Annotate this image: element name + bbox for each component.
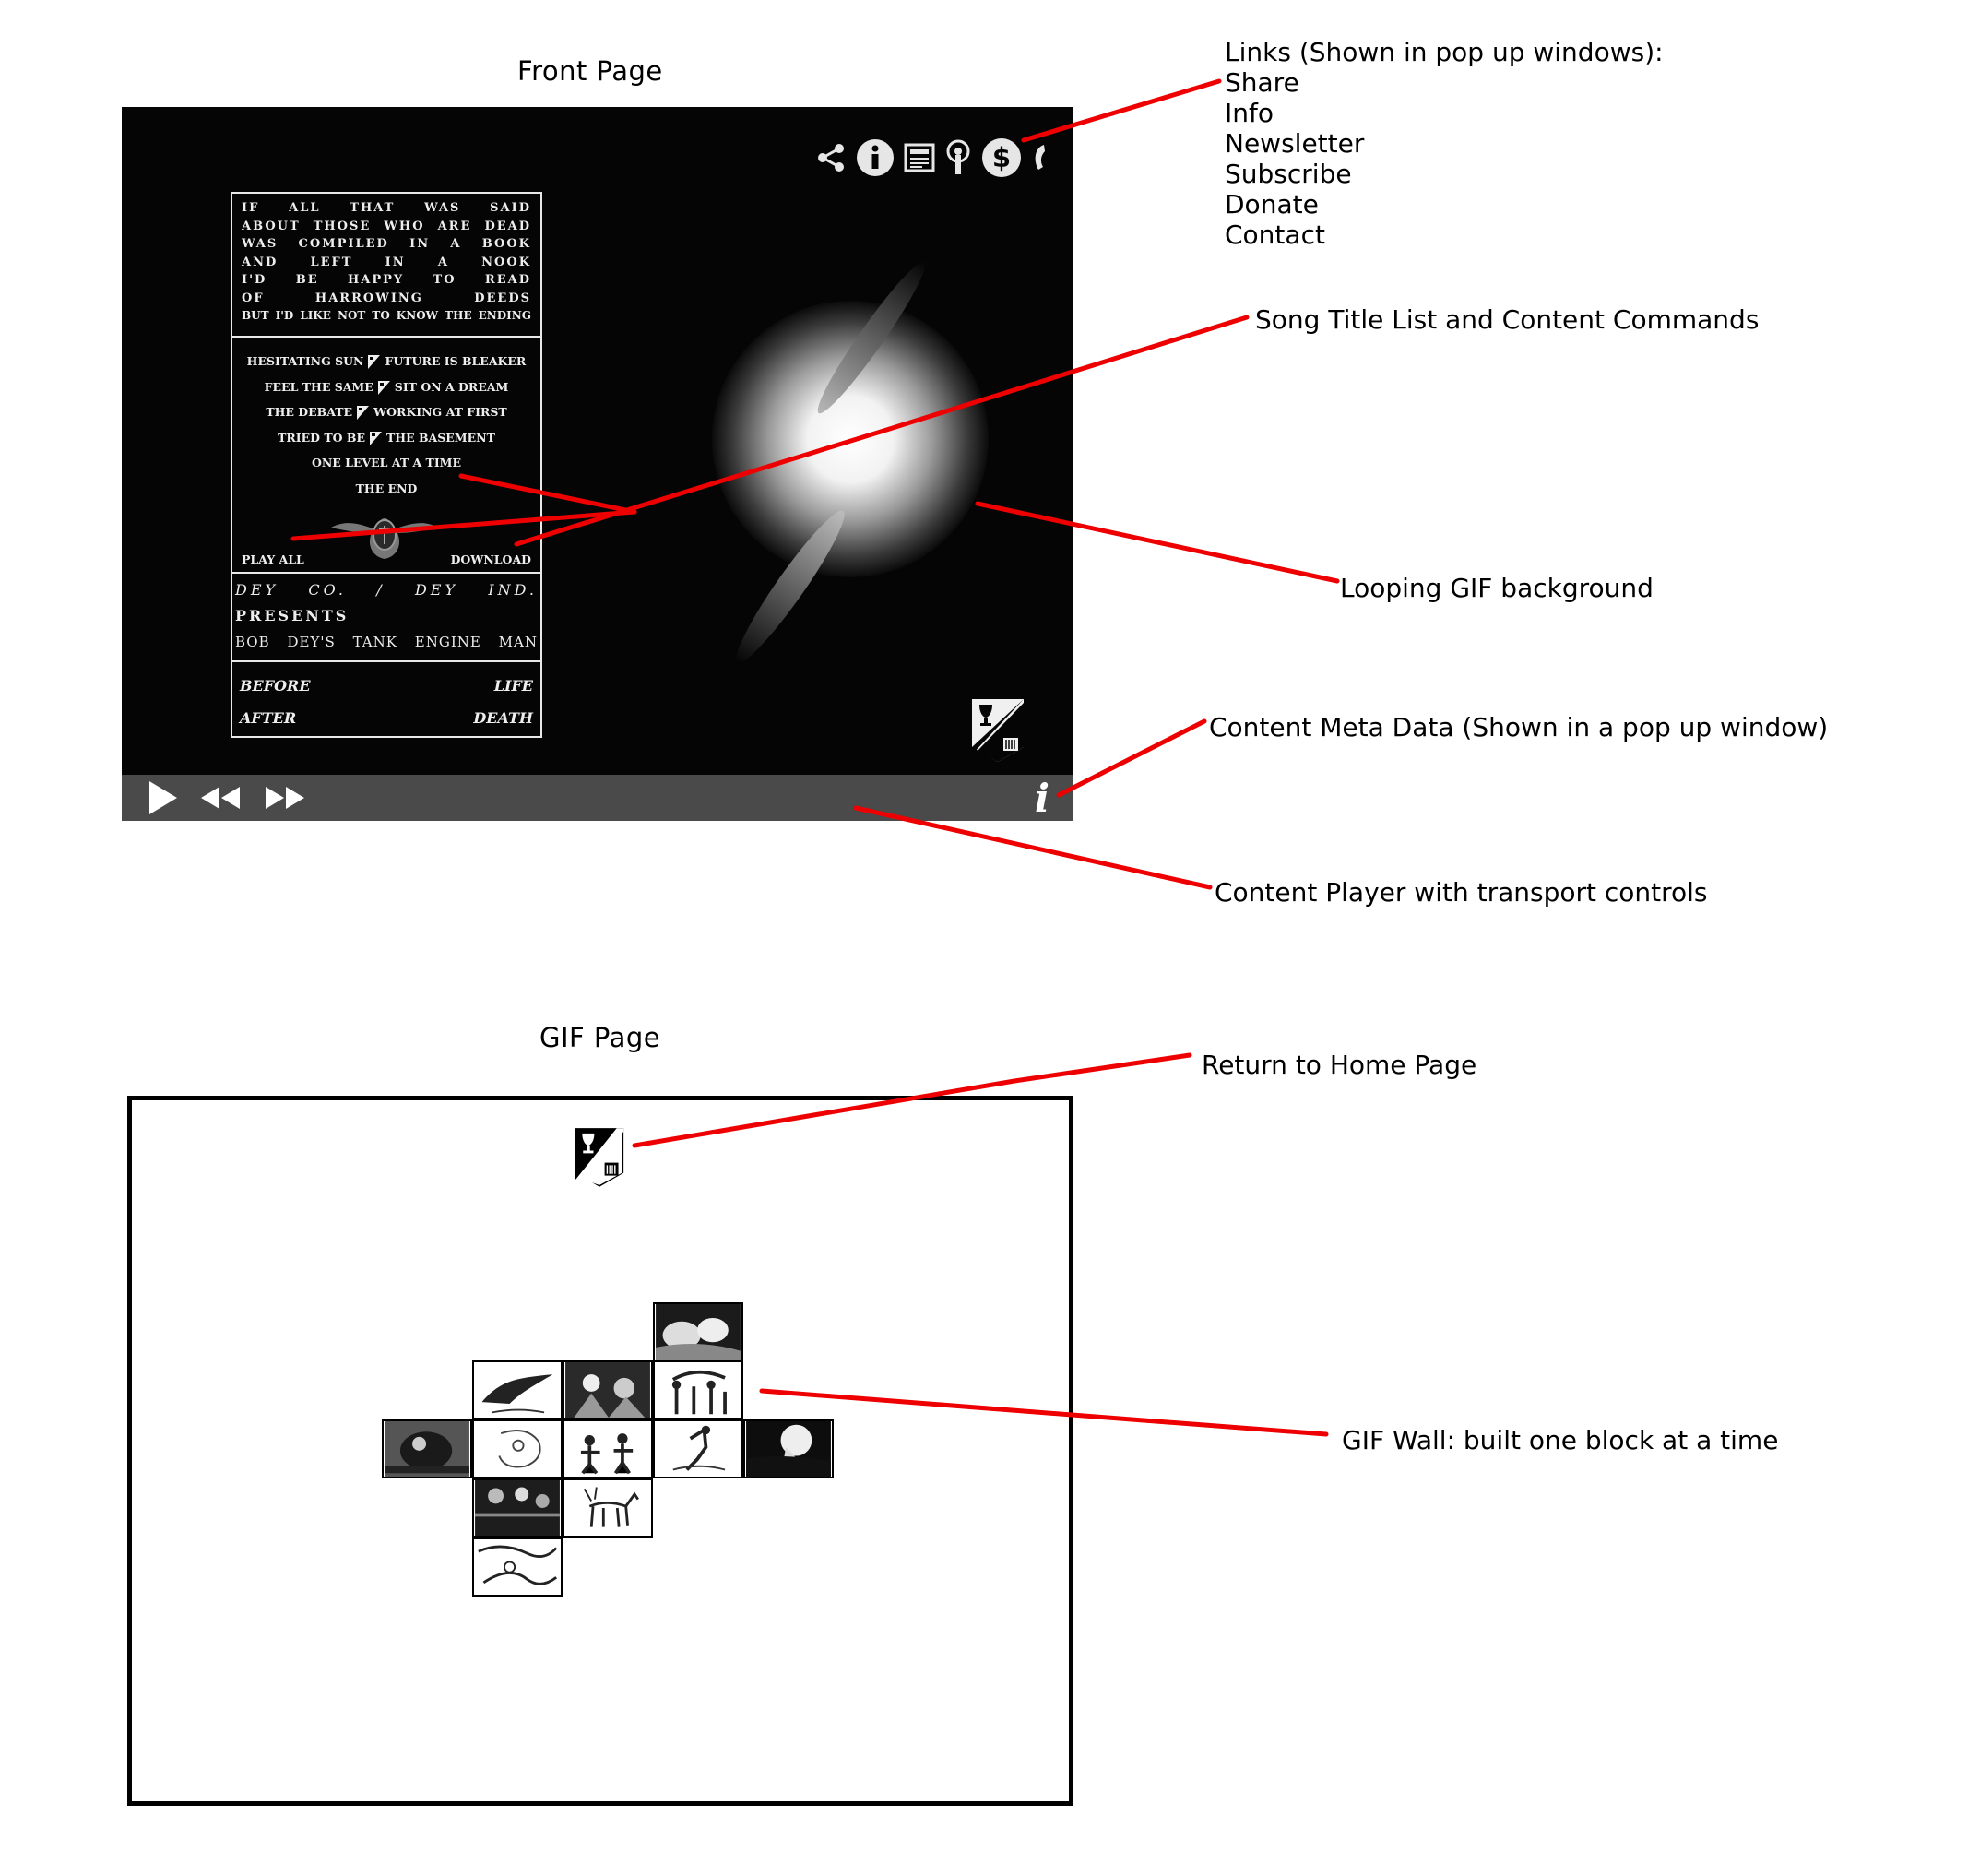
gif-tile[interactable]: [653, 1302, 743, 1361]
poem-line: BUT I'D LIKE NOT TO KNOW THE ENDING: [242, 309, 531, 322]
play-all-button[interactable]: PLAY ALL: [242, 552, 304, 566]
tank-logo-icon[interactable]: [970, 697, 1025, 764]
song-link[interactable]: HESITATING SUN: [247, 354, 364, 368]
gif-page-mockup: [127, 1096, 1073, 1806]
gif-tile[interactable]: [472, 1360, 563, 1419]
play-icon[interactable]: [148, 775, 179, 821]
fast-forward-icon[interactable]: [264, 775, 306, 821]
annotation-line: [1056, 718, 1207, 798]
album-title-line: AFTER DEATH: [240, 709, 533, 727]
svg-text:$: $: [992, 142, 1011, 173]
gif-tile[interactable]: [743, 1419, 834, 1478]
gif-tile[interactable]: [472, 1538, 563, 1597]
home-logo-icon[interactable]: [574, 1125, 625, 1190]
download-button[interactable]: DOWNLOAD: [451, 552, 531, 566]
meta-info-icon[interactable]: i: [1035, 775, 1049, 821]
annotation-link-item: Donate: [1225, 189, 1319, 220]
info-icon[interactable]: [856, 138, 895, 177]
content-player-bar: i: [122, 775, 1073, 821]
song-link[interactable]: THE END: [356, 481, 418, 495]
song-list-panel: IF ALL THAT WAS SAID ABOUT THOSE WHO ARE…: [231, 192, 542, 738]
annotation-link-item: Newsletter: [1225, 128, 1365, 159]
donate-icon[interactable]: $: [981, 137, 1022, 178]
credits-line: PRESENTS: [235, 607, 350, 624]
gif-tile[interactable]: [653, 1419, 743, 1478]
song-link[interactable]: THE BASEMENT: [386, 431, 495, 445]
poem-line: ABOUT THOSE WHO ARE DEAD: [242, 219, 531, 233]
front-page-caption: Front Page: [517, 55, 663, 87]
ornament-crest-icon: [331, 518, 438, 559]
looping-gif-annotation: Looping GIF background: [1340, 573, 1654, 603]
annotation-link-item: Subscribe: [1225, 159, 1352, 189]
album-title-block: BEFORE LIFE AFTER DEATH: [232, 662, 540, 734]
gif-tile[interactable]: [382, 1419, 472, 1478]
song-link[interactable]: FUTURE IS BLEAKER: [385, 354, 526, 368]
gif-tile[interactable]: [563, 1419, 653, 1478]
song-link[interactable]: SIT ON A DREAM: [395, 380, 509, 394]
looping-gif-background: [712, 301, 989, 577]
meta-data-annotation: Content Meta Data (Shown in a pop up win…: [1209, 712, 1829, 742]
song-link[interactable]: WORKING AT FIRST: [373, 405, 507, 419]
gif-tile[interactable]: [472, 1478, 563, 1538]
poem-line: IF ALL THAT WAS SAID: [242, 201, 531, 215]
credits-line: BOB DEY'S TANK ENGINE MAN: [235, 634, 538, 650]
annotation-line: [1012, 1052, 1192, 1084]
front-page-mockup: $ IF ALL THAT WAS SAID ABOUT THOSE WHO A…: [122, 107, 1073, 775]
poem-line: WAS COMPILED IN A BOOK: [242, 237, 531, 251]
song-list-annotation: Song Title List and Content Commands: [1255, 304, 1760, 335]
album-title-line: BEFORE LIFE: [240, 677, 533, 695]
tank-separator-icon: [357, 406, 370, 420]
poem-line: AND LEFT IN A NOOK: [242, 255, 531, 269]
song-title-list: HESITATING SUN FUTURE IS BLEAKER FEEL THE…: [232, 338, 540, 574]
newsletter-icon[interactable]: [904, 142, 935, 173]
song-link[interactable]: ONE LEVEL AT A TIME: [312, 456, 461, 469]
links-toolbar: $: [815, 137, 1051, 178]
annotation-heading: Links (Shown in pop up windows):: [1225, 37, 1664, 67]
gif-tile[interactable]: [563, 1478, 653, 1538]
song-link[interactable]: THE DEBATE: [266, 405, 352, 419]
subscribe-icon[interactable]: [944, 139, 972, 176]
annotation-link-item: Contact: [1225, 220, 1325, 250]
annotation-line: [1141, 1418, 1329, 1437]
player-annotation: Content Player with transport controls: [1215, 877, 1708, 908]
annotation-link-item: Info: [1225, 98, 1274, 128]
annotation-link-item: Share: [1225, 67, 1299, 98]
gif-tile[interactable]: [563, 1360, 653, 1419]
gif-tile[interactable]: [472, 1419, 563, 1478]
tank-separator-icon: [368, 355, 381, 369]
contact-icon[interactable]: [1031, 142, 1051, 173]
gif-tile[interactable]: [653, 1360, 743, 1419]
share-icon[interactable]: [815, 142, 847, 173]
rewind-icon[interactable]: [199, 775, 242, 821]
poem-block: IF ALL THAT WAS SAID ABOUT THOSE WHO ARE…: [232, 194, 540, 338]
song-link[interactable]: FEEL THE SAME: [265, 380, 373, 394]
poem-line: OF HARROWING DEEDS: [242, 291, 531, 305]
links-annotation: Links (Shown in pop up windows): Share I…: [1225, 37, 1664, 250]
gif-page-caption: GIF Page: [539, 1022, 661, 1053]
song-link[interactable]: TRIED TO BE: [278, 431, 365, 445]
credits-line: DEY CO. / DEY IND.: [235, 581, 538, 599]
return-home-annotation: Return to Home Page: [1202, 1050, 1477, 1080]
credits-block: DEY CO. / DEY IND. PRESENTS BOB DEY'S TA…: [232, 574, 540, 662]
gif-wall-annotation: GIF Wall: built one block at a time: [1342, 1425, 1779, 1455]
poem-line: I'D BE HAPPY TO READ: [242, 273, 531, 287]
tank-separator-icon: [370, 431, 382, 445]
tank-separator-icon: [377, 380, 390, 395]
